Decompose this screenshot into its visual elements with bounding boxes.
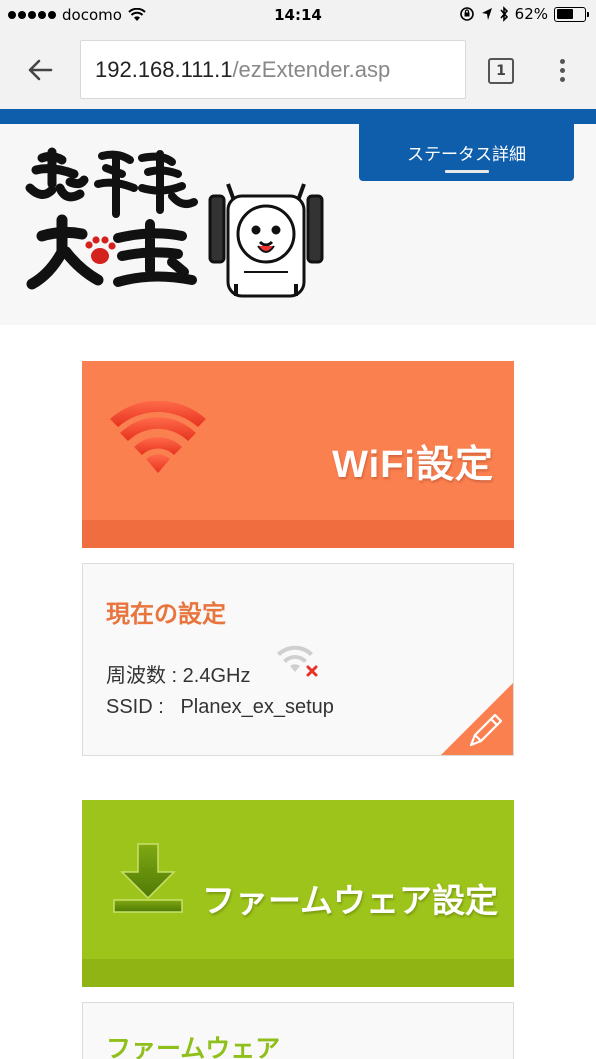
system-indicators: 62% (459, 5, 589, 23)
ssid-text: SSID : Planex_ex_setup (106, 696, 334, 718)
edit-pencil-icon[interactable] (441, 683, 513, 755)
battery-percent: 62% (514, 5, 548, 23)
address-bar[interactable]: 192.168.111.1/ezExtender.asp (80, 40, 466, 99)
menu-dot (559, 58, 565, 64)
frequency-text: 周波数 : 2.4GHz (106, 665, 251, 687)
battery-icon (554, 6, 589, 22)
orientation-lock-icon (459, 7, 474, 21)
bluetooth-icon (500, 6, 508, 22)
banner-stripe (82, 520, 514, 548)
firmware-card: ファームウェア (82, 1002, 514, 1059)
wifi-icon (110, 401, 206, 473)
status-detail-label: ステータス詳細 (407, 145, 526, 165)
ios-status-bar: docomo 14:14 62% (0, 0, 596, 32)
tab-switcher-button[interactable]: 1 (488, 58, 514, 84)
banner-stripe (82, 959, 514, 987)
url-host: 192.168.111.1 (95, 56, 233, 82)
current-settings-card: 現在の設定 周波数 : 2.4GHz SSID : Planex_ex_setu… (82, 563, 514, 756)
back-arrow-icon (28, 59, 53, 81)
current-settings-title: 現在の設定 (106, 600, 226, 628)
browser-toolbar: 192.168.111.1/ezExtender.asp 1 (0, 32, 596, 109)
tab-indicator (445, 170, 489, 173)
site-header: ステータス詳細 (0, 124, 596, 325)
back-button[interactable] (22, 52, 58, 88)
url-path: /ezExtender.asp (232, 56, 391, 82)
menu-dot (559, 67, 565, 73)
overflow-menu-button[interactable] (552, 54, 572, 86)
wifi-banner-title: WiFi設定 (332, 444, 494, 486)
firmware-settings-banner[interactable]: ファームウェア設定 (82, 800, 514, 987)
chuukei-taishou-logo (25, 147, 324, 298)
tab-count: 1 (496, 63, 506, 79)
menu-dot (559, 76, 565, 82)
location-icon (481, 8, 492, 20)
status-detail-tab[interactable]: ステータス詳細 (359, 124, 574, 181)
download-arrow-icon (113, 843, 183, 913)
wifi-disconnected-icon (277, 645, 318, 677)
wifi-settings-banner[interactable]: WiFi設定 (82, 361, 514, 548)
firmware-card-title: ファームウェア (106, 1034, 281, 1059)
top-accent-strip (0, 109, 596, 124)
firmware-banner-title: ファームウェア設定 (202, 881, 499, 920)
